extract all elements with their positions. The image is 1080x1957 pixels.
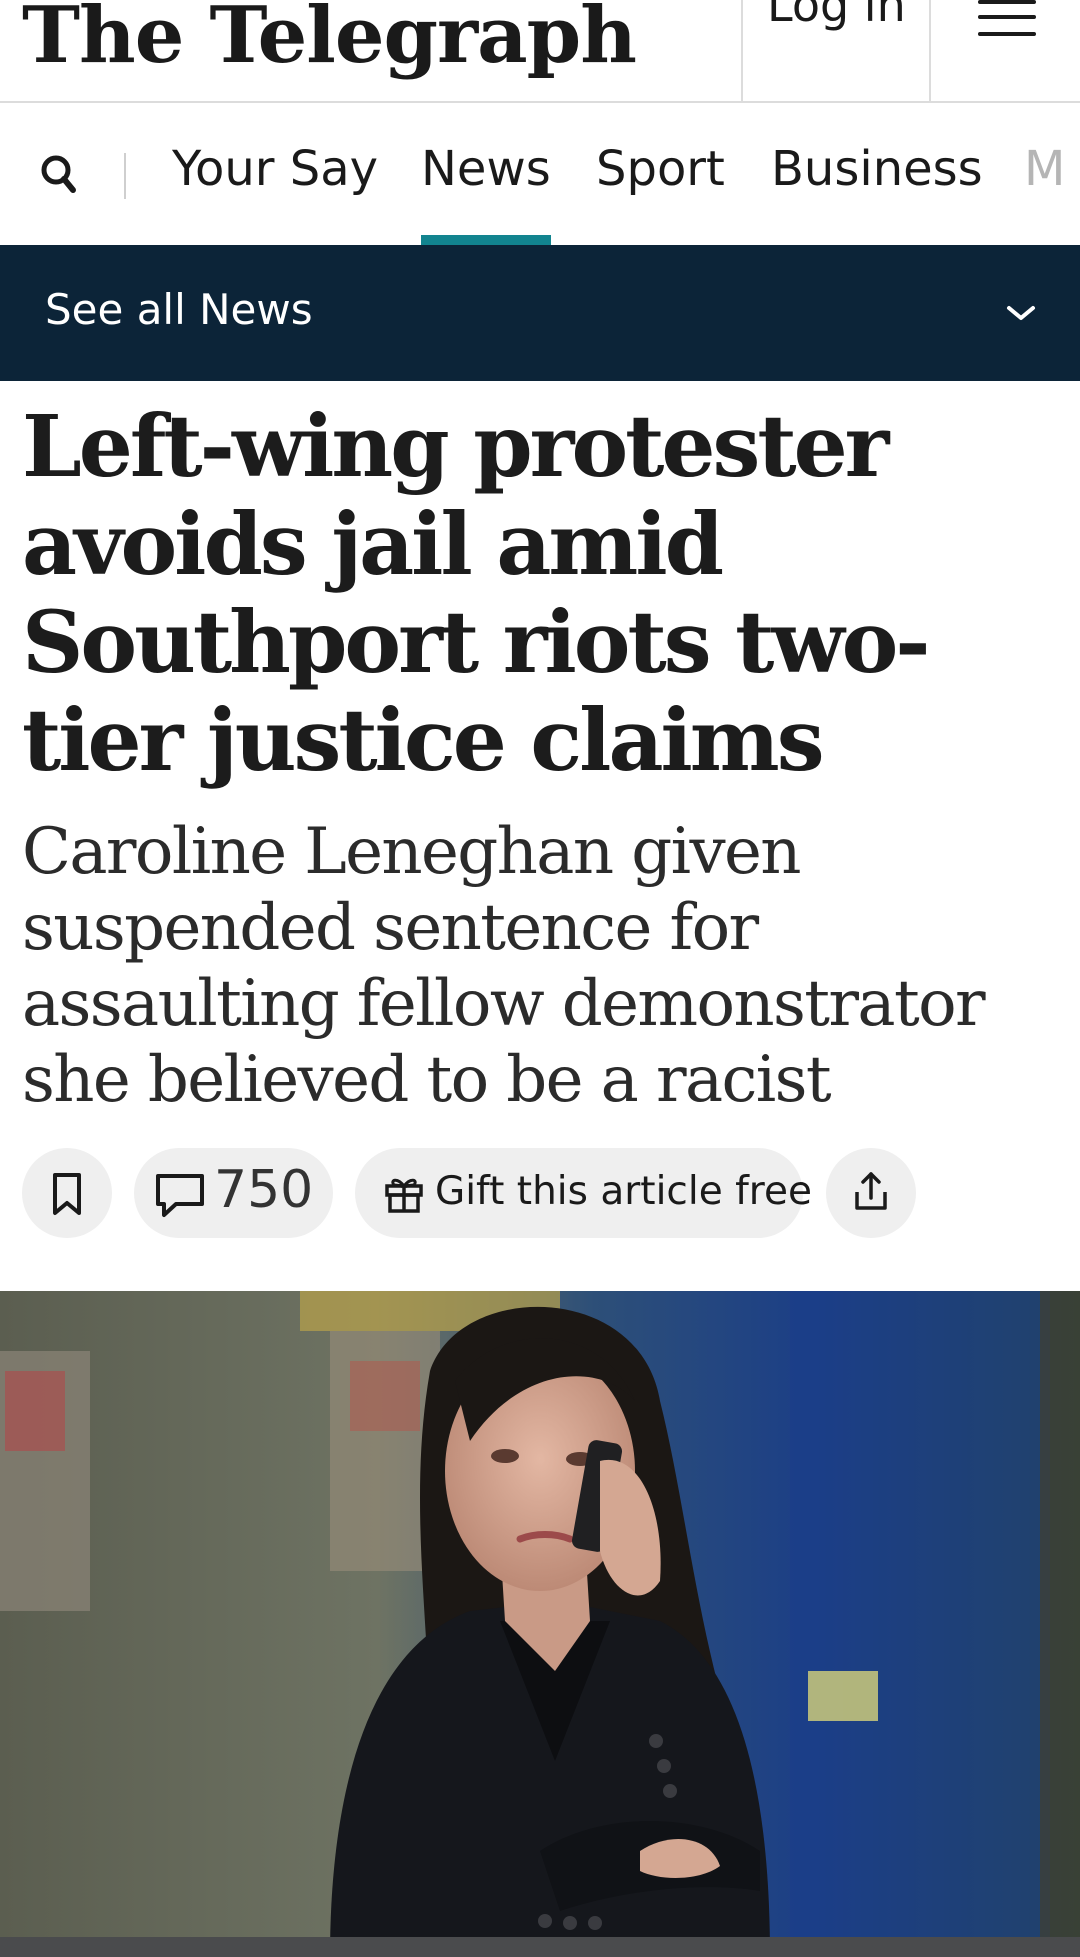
see-all-news-bar[interactable]: See all News <box>0 245 1080 381</box>
login-button[interactable]: Log in <box>741 0 931 101</box>
gift-icon <box>385 1178 423 1213</box>
section-nav: Your Say News Sport Business M <box>0 103 1080 245</box>
menu-icon-bar <box>978 15 1036 19</box>
nav-item-your-say[interactable]: Your Say <box>172 141 378 197</box>
active-tab-indicator <box>421 235 551 245</box>
telegraph-logo[interactable]: The Telegraph <box>22 0 637 81</box>
comments-button[interactable]: 750 <box>134 1148 333 1238</box>
chevron-down-icon <box>1007 306 1035 320</box>
see-all-news-label: See all News <box>45 285 313 334</box>
nav-item-sport[interactable]: Sport <box>596 141 725 197</box>
gift-article-button[interactable]: Gift this article free <box>355 1148 812 1238</box>
comment-icon <box>156 1174 204 1217</box>
nav-divider <box>124 153 126 199</box>
hero-photo-illustration <box>0 1291 1080 1957</box>
site-header: The Telegraph Log in <box>0 0 1080 103</box>
article-headline: Left-wing protester avoids jail amid Sou… <box>22 397 931 791</box>
nav-item-news[interactable]: News <box>421 141 551 197</box>
bookmark-icon <box>53 1173 81 1215</box>
menu-button[interactable] <box>960 0 1080 101</box>
search-button[interactable] <box>36 151 86 201</box>
comment-count: 750 <box>214 1160 314 1220</box>
login-label: Log in <box>767 0 906 32</box>
nav-item-more[interactable]: M <box>1024 141 1065 197</box>
article-standfirst: Caroline Leneghan given suspended senten… <box>22 815 986 1117</box>
share-icon <box>855 1172 887 1210</box>
search-icon <box>41 155 76 193</box>
share-button[interactable] <box>826 1148 916 1238</box>
nav-item-business[interactable]: Business <box>771 141 983 197</box>
gift-article-label: Gift this article free <box>435 1169 812 1214</box>
image-caption-strip <box>0 1937 1080 1957</box>
article-hero-image <box>0 1291 1080 1957</box>
menu-icon <box>978 0 1036 4</box>
menu-icon-bar <box>978 32 1036 36</box>
bookmark-button[interactable] <box>22 1148 112 1238</box>
